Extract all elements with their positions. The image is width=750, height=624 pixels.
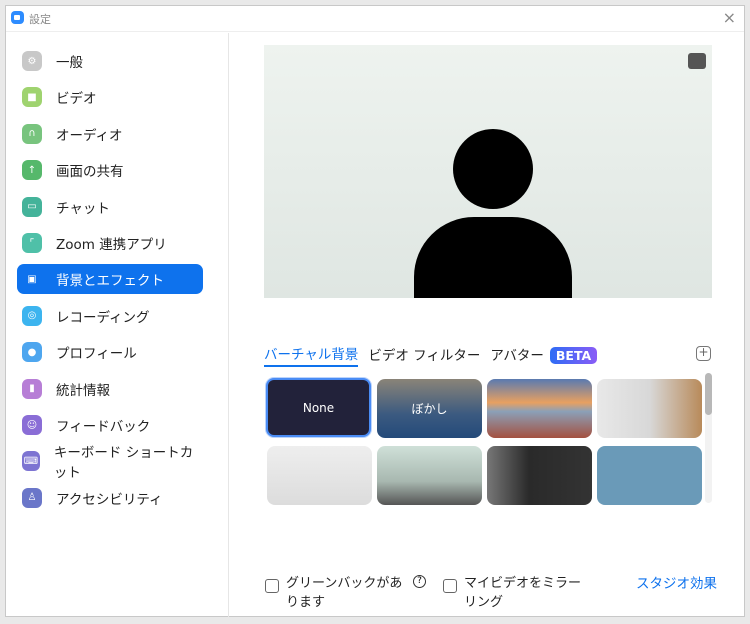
sidebar-item-2[interactable]: ∩ オーディオ (17, 119, 203, 149)
sidebar-item-label: キーボード ショートカット (53, 445, 194, 482)
sidebar-item-label: チャット (56, 200, 110, 217)
mirror-video-label: マイビデオをミラーリング (464, 572, 589, 610)
green-screen-checkbox[interactable] (265, 579, 279, 593)
sidebar-icon: ■ (22, 87, 42, 108)
title-bar: 設定 × (6, 6, 744, 32)
avatar-head (453, 129, 533, 209)
sidebar-item-label: プロフィール (56, 346, 137, 363)
sidebar-item-12[interactable]: ♙ アクセシビリティ (17, 483, 203, 513)
background-office[interactable] (597, 379, 702, 438)
sidebar-item-label: 統計情報 (56, 382, 110, 399)
green-screen-text: グリーンバックがあります (286, 576, 403, 610)
background-blue-wall[interactable] (597, 446, 702, 505)
sidebar-icon: ▮ (22, 378, 42, 399)
tab-avatar[interactable]: アバター (490, 344, 543, 366)
sidebar-item-3[interactable]: ↑ 画面の共有 (17, 155, 203, 185)
sidebar-item-label: ビデオ (56, 91, 97, 108)
switch-camera-icon[interactable] (688, 53, 706, 69)
sidebar-icon: ⚙ (22, 51, 42, 71)
sidebar-icon: ▭ (22, 196, 42, 217)
green-screen-label: グリーンバックがあります (286, 572, 411, 610)
background-dark-room[interactable] (487, 446, 592, 505)
sidebar-item-label: 背景とエフェクト (56, 273, 164, 290)
sidebar-item-label: Zoom 連携アプリ (56, 237, 167, 253)
sidebar-icon: ♙ (22, 487, 42, 508)
scrollbar-thumb[interactable] (705, 373, 712, 415)
add-background-icon[interactable]: + (696, 346, 711, 361)
sidebar-icon: ☺ (22, 415, 42, 435)
sidebar-item-label: オーディオ (56, 127, 123, 144)
tabs: バーチャル背景 ビデオ フィルター アバター BETA (264, 343, 714, 367)
sidebar-icon: ◎ (22, 305, 42, 326)
sidebar-item-7[interactable]: ◎ レコーディング (17, 301, 203, 331)
sidebar-item-5[interactable]: ⌜ Zoom 連携アプリ (17, 228, 203, 258)
tab-video-filter[interactable]: ビデオ フィルター (368, 344, 480, 366)
sidebar-item-6[interactable]: ▣ 背景とエフェクト (17, 264, 203, 295)
background-living-room[interactable] (377, 446, 482, 505)
sidebar-item-10[interactable]: ☺ フィードバック (17, 410, 203, 440)
sidebar-icon: ▣ (27, 273, 37, 285)
sidebar-item-label: フィードバック (56, 419, 151, 435)
mirror-video-text: マイビデオをミラーリング (464, 576, 582, 610)
scrollbar[interactable] (705, 373, 712, 503)
sidebar-icon: ↑ (22, 160, 42, 181)
sidebar-item-11[interactable]: ⌨ キーボード ショートカット (17, 445, 203, 481)
close-icon[interactable]: × (723, 8, 736, 27)
window-title: 設定 (29, 13, 51, 26)
help-icon[interactable]: ? (413, 575, 426, 588)
background-golden-gate[interactable] (487, 379, 592, 438)
sidebar-item-label: 一般 (56, 55, 83, 71)
background-none[interactable]: None (266, 378, 371, 437)
sidebar-item-4[interactable]: ▭ チャット (17, 192, 203, 222)
background-chair-room[interactable] (267, 446, 372, 505)
sidebar-icon: ∩ (22, 123, 42, 144)
sidebar-item-label: アクセシビリティ (56, 491, 163, 508)
settings-window: 設定 × ⚙ 一般 ■ ビデオ ∩ オーディオ ↑ 画面の共有 ▭ チャット ⌜ Zoom 連携アプリ… (5, 5, 745, 617)
sidebar-item-label: レコーディング (56, 309, 150, 326)
sidebar-icon: ⌜ (22, 233, 42, 253)
zoom-app-icon (11, 11, 24, 24)
video-preview (264, 45, 712, 298)
sidebar-icon: ● (22, 342, 42, 363)
studio-effects-link[interactable]: スタジオ効果 (636, 572, 717, 592)
sidebar-item-8[interactable]: ● プロフィール (17, 337, 203, 367)
sidebar-item-9[interactable]: ▮ 統計情報 (17, 374, 203, 404)
sidebar-item-1[interactable]: ■ ビデオ (17, 82, 203, 112)
sidebar-item-label: 画面の共有 (56, 164, 124, 181)
sidebar-icon: ⌨ (22, 451, 40, 472)
avatar-body (414, 217, 572, 298)
background-effects-panel: バーチャル背景 ビデオ フィルター アバター BETA + None ぼかし グ… (230, 33, 744, 616)
beta-badge: BETA (549, 346, 598, 364)
tab-virtual-background[interactable]: バーチャル背景 (264, 343, 359, 367)
sidebar-item-0[interactable]: ⚙ 一般 (17, 46, 203, 76)
sidebar: ⚙ 一般 ■ ビデオ ∩ オーディオ ↑ 画面の共有 ▭ チャット ⌜ Zoom 連携アプリ ▣ 背景とエ… (6, 33, 229, 617)
mirror-video-checkbox[interactable] (443, 579, 457, 593)
background-blur[interactable]: ぼかし (377, 379, 482, 438)
